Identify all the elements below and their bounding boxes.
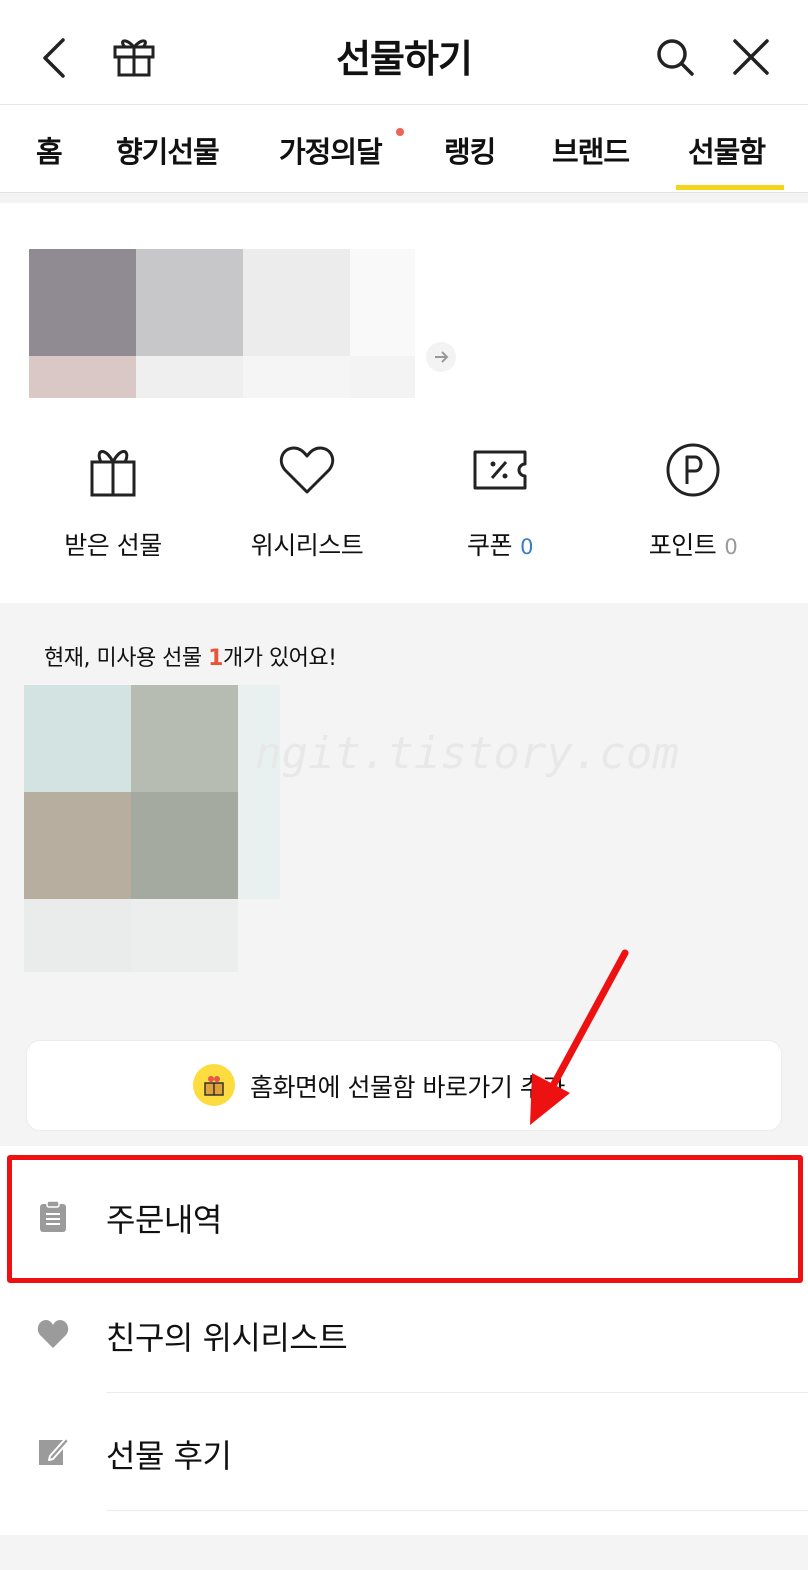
tab-scent-gift[interactable]: 향기선물 [116, 129, 220, 171]
menu-label-gift-reviews: 선물 후기 [106, 1437, 232, 1475]
tab-family-month[interactable]: 가정의달 [279, 129, 383, 171]
search-button[interactable] [652, 34, 698, 80]
quick-menu-label: 위시리스트 [250, 531, 364, 560]
tab-brand[interactable]: 브랜드 [552, 129, 630, 171]
quick-menu-wishlist[interactable]: 위시리스트 [212, 440, 402, 562]
menu-label-friends-wishlist: 친구의 위시리스트 [106, 1319, 348, 1357]
close-icon [733, 39, 769, 75]
quick-menu-coupon[interactable]: 쿠폰 0 [405, 440, 595, 562]
active-tab-indicator [676, 185, 784, 190]
points-count: 0 [724, 535, 738, 559]
close-button[interactable] [728, 34, 774, 80]
coupon-icon [473, 450, 527, 490]
tab-ranking[interactable]: 랭킹 [444, 129, 496, 171]
watermark: ngit.tistory.com [255, 728, 679, 779]
divider [106, 1510, 808, 1511]
profile-arrow-button[interactable] [426, 342, 456, 372]
new-badge-dot [396, 128, 404, 136]
coupon-count: 0 [520, 535, 533, 559]
section-divider [0, 193, 808, 203]
point-icon [666, 443, 720, 497]
arrow-right-icon [435, 351, 449, 363]
quick-menu-label: 포인트 [648, 531, 717, 560]
tab-home[interactable]: 홈 [36, 129, 63, 171]
quick-menu-points[interactable]: 포인트 0 [598, 440, 788, 562]
profile-image-blurred[interactable] [29, 249, 415, 398]
highlight-box [7, 1155, 803, 1283]
unused-gift-thumbnail-blurred[interactable] [24, 685, 280, 972]
search-icon [657, 39, 694, 76]
edit-icon [39, 1437, 70, 1465]
heart-icon [279, 446, 335, 494]
gift-icon [90, 450, 136, 497]
gift-box-icon [193, 1064, 235, 1106]
annotation-arrow [530, 949, 629, 1125]
unused-gifts-message: 현재, 미사용 선물 1개가 있어요! [44, 646, 337, 671]
quick-menu-label: 받은 선물 [64, 531, 162, 560]
heart-icon [37, 1320, 69, 1348]
quick-menu-label: 쿠폰 [467, 531, 513, 560]
unused-gifts-count: 1 [208, 646, 223, 671]
tab-gift-box[interactable]: 선물함 [688, 129, 766, 171]
bottom-spacer [0, 1535, 808, 1570]
quick-menu-received-gifts[interactable]: 받은 선물 [18, 440, 208, 562]
